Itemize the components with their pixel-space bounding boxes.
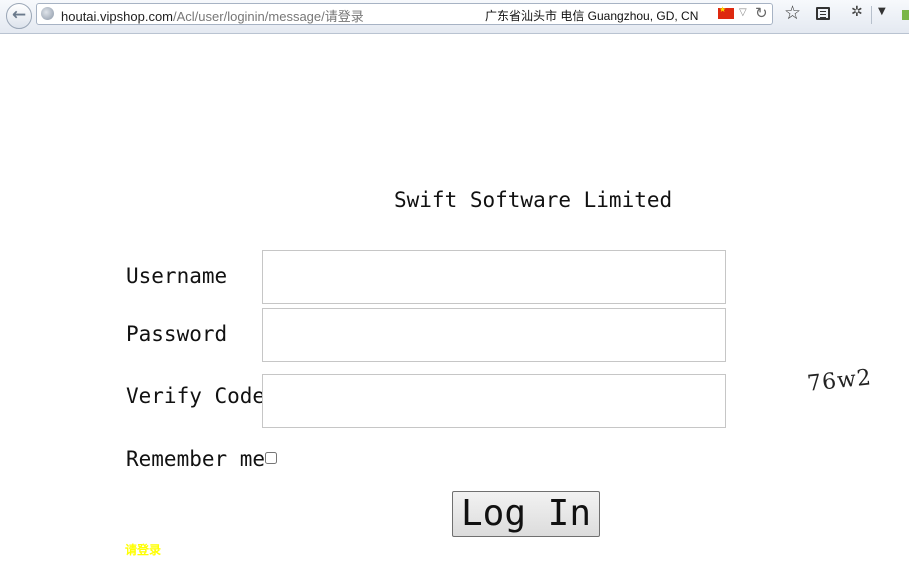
star-icon[interactable]: ☆ <box>784 2 801 24</box>
url-path: /Acl/user/loginin/message/请登录 <box>173 9 364 24</box>
captcha-image[interactable]: 76w2 <box>806 365 873 397</box>
url-bar[interactable]: houtai.vipshop.com/Acl/user/loginin/mess… <box>36 3 773 25</box>
password-field[interactable] <box>262 308 726 362</box>
login-button[interactable]: Log In <box>452 491 600 537</box>
username-field[interactable] <box>262 250 726 304</box>
browser-toolbar: ← houtai.vipshop.com/Acl/user/loginin/me… <box>0 0 909 34</box>
dropdown-arrow-icon[interactable]: ▽ <box>739 7 747 18</box>
url-host: houtai.vipshop.com <box>61 9 174 24</box>
username-label: Username <box>126 264 228 288</box>
geo-info: 广东省汕头市 电信 Guangzhou, GD, CN <box>485 9 699 23</box>
menu-arrow-icon[interactable]: ▼ <box>878 6 886 17</box>
password-label: Password <box>126 322 228 346</box>
reader-icon[interactable] <box>816 7 830 20</box>
addon-icon[interactable]: ✲ <box>851 4 863 20</box>
remember-me-checkbox[interactable] <box>265 452 277 464</box>
toolbar-divider <box>871 6 872 24</box>
verify-code-field[interactable] <box>262 374 726 428</box>
status-message: 请登录 <box>125 543 162 557</box>
page-title: Swift Software Limited <box>394 188 673 212</box>
remember-me-label: Remember me <box>126 447 266 471</box>
china-flag-icon <box>718 5 734 19</box>
verify-code-label: Verify Code <box>126 384 266 408</box>
site-identity-icon[interactable] <box>41 7 54 20</box>
edge-icon <box>902 10 909 20</box>
back-arrow-icon[interactable]: ← <box>6 3 32 29</box>
url-text[interactable]: houtai.vipshop.com/Acl/user/loginin/mess… <box>61 6 364 25</box>
reload-icon[interactable]: ↻ <box>755 4 768 22</box>
